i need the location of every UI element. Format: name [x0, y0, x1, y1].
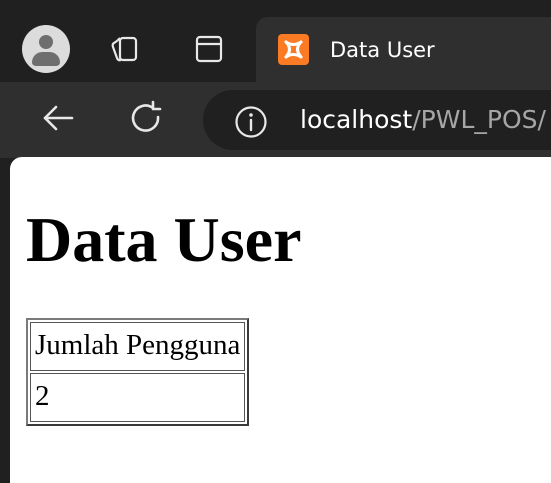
url-host: localhost	[300, 105, 413, 134]
tab-strip: Data User	[0, 0, 551, 82]
table-cell-user-count: 2	[30, 373, 246, 422]
avatar	[22, 25, 70, 73]
tab-actions-button[interactable]	[185, 25, 233, 73]
info-icon[interactable]	[233, 104, 269, 140]
refresh-icon	[131, 100, 162, 132]
table-header-row: Jumlah Pengguna	[30, 322, 246, 371]
address-bar[interactable]: localhost/PWL_POS/	[203, 90, 551, 150]
back-arrow-icon	[43, 105, 74, 131]
browser-toolbar: localhost/PWL_POS/	[0, 82, 551, 158]
table-header-jumlah-pengguna: Jumlah Pengguna	[30, 322, 246, 371]
url-path: /PWL_POS/	[412, 105, 546, 134]
url-text: localhost/PWL_POS/	[300, 104, 546, 136]
user-table: Jumlah Pengguna 2	[26, 318, 250, 426]
workspaces-button[interactable]	[101, 25, 149, 73]
back-button[interactable]	[36, 96, 80, 140]
profile-button[interactable]	[22, 25, 70, 73]
page-title: Data User	[26, 204, 302, 275]
page-content: Data User Jumlah Pengguna 2	[10, 157, 551, 483]
table-row: 2	[30, 373, 246, 422]
tab-data-user[interactable]: Data User	[256, 17, 551, 82]
refresh-button[interactable]	[124, 96, 168, 140]
tab-title: Data User	[330, 38, 435, 62]
workspaces-icon	[111, 36, 138, 62]
xampp-favicon-icon	[278, 34, 309, 65]
tab-actions-icon	[195, 35, 223, 63]
